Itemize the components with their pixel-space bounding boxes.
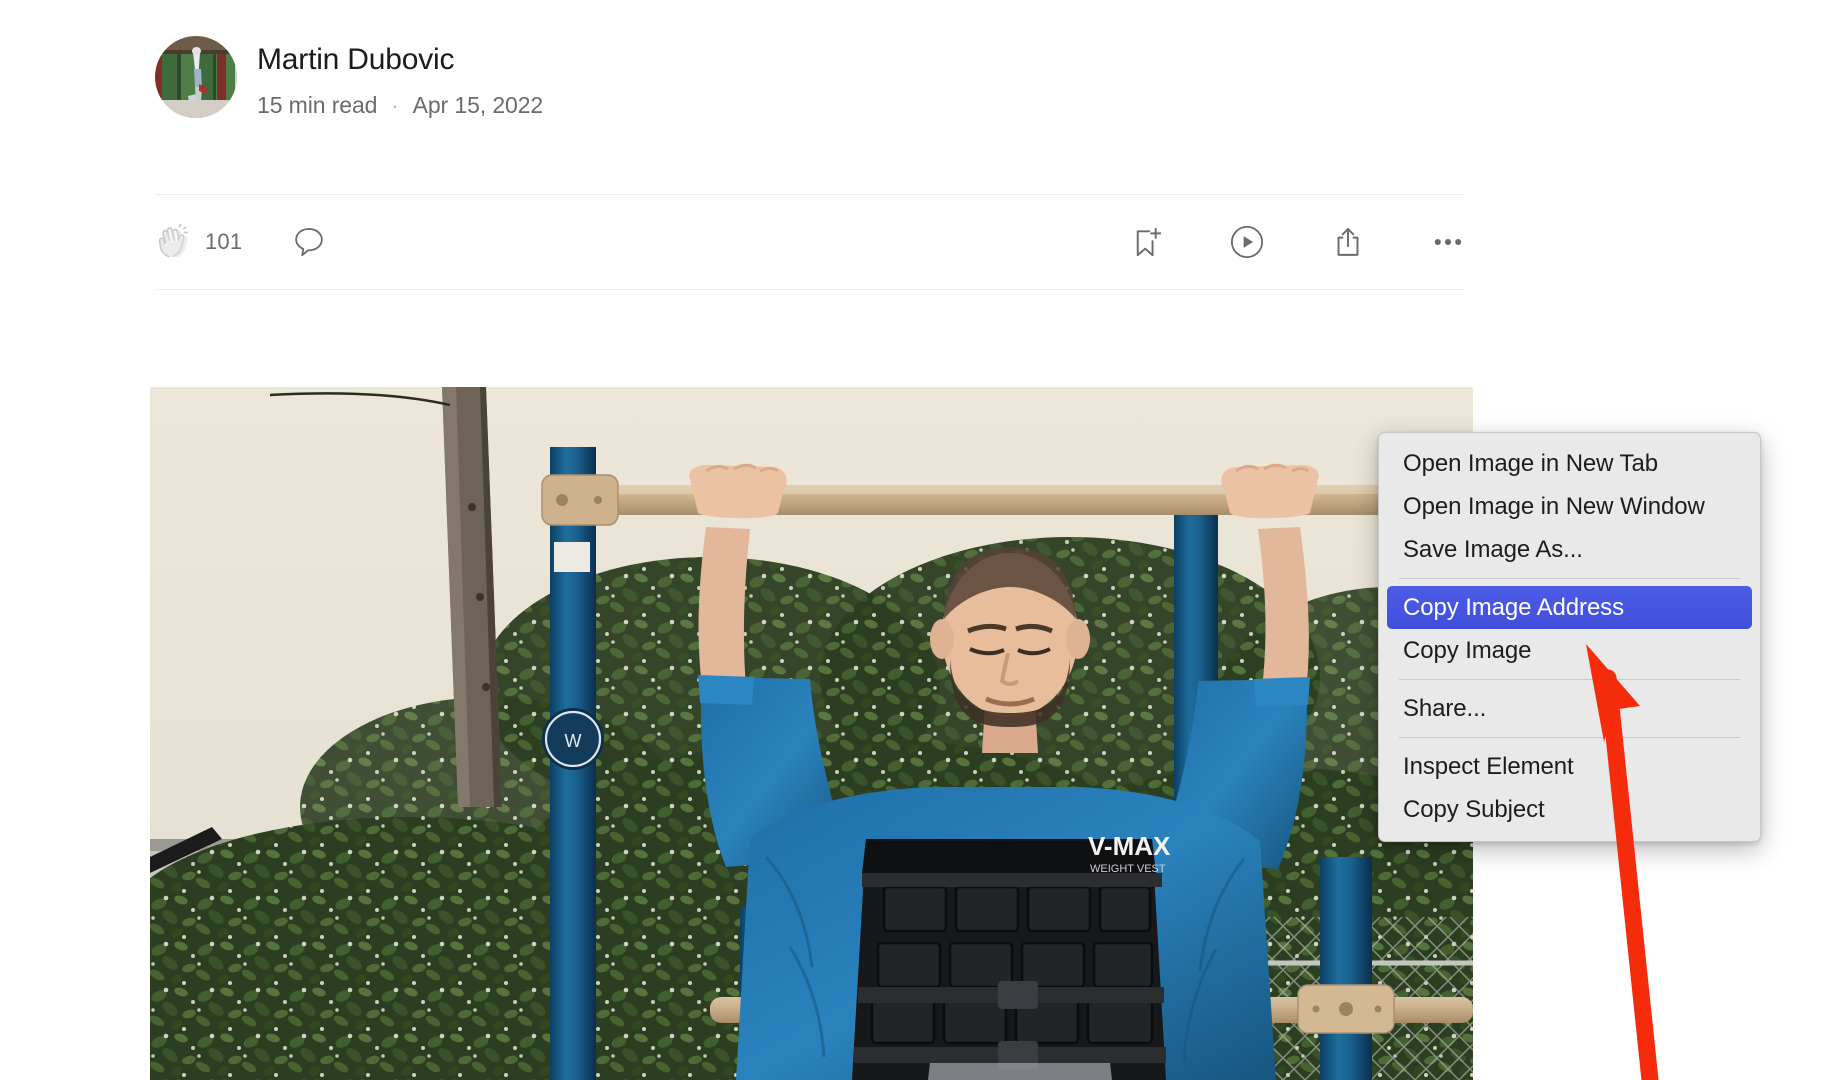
divider-bottom bbox=[155, 289, 1465, 290]
avatar[interactable] bbox=[155, 36, 237, 118]
menu-separator-2 bbox=[1399, 679, 1740, 680]
menu-item-open-image-new-window[interactable]: Open Image in New Window bbox=[1379, 485, 1760, 528]
author-header: Martin Dubovic 15 min read · Apr 15, 202… bbox=[155, 36, 543, 119]
svg-text:V-MAX: V-MAX bbox=[1088, 831, 1171, 861]
menu-item-copy-subject[interactable]: Copy Subject bbox=[1379, 788, 1760, 831]
author-meta: Martin Dubovic 15 min read · Apr 15, 202… bbox=[257, 36, 543, 119]
clap-icon bbox=[158, 224, 188, 258]
comment-bubble-icon bbox=[295, 227, 324, 257]
meta-separator: · bbox=[391, 92, 399, 118]
article-page: Martin Dubovic 15 min read · Apr 15, 202… bbox=[0, 0, 1845, 1080]
publish-date: Apr 15, 2022 bbox=[412, 92, 544, 118]
avatar-handstand-photo-icon bbox=[155, 36, 237, 118]
listen-button[interactable] bbox=[1229, 224, 1265, 260]
image-context-menu: Open Image in New Tab Open Image in New … bbox=[1378, 432, 1761, 842]
author-name[interactable]: Martin Dubovic bbox=[257, 42, 543, 78]
menu-item-share[interactable]: Share... bbox=[1379, 687, 1760, 730]
clap-count: 101 bbox=[205, 229, 243, 254]
menu-separator-1 bbox=[1399, 578, 1740, 579]
svg-text:W: W bbox=[565, 731, 582, 751]
share-button[interactable] bbox=[1331, 225, 1365, 259]
menu-item-copy-image[interactable]: Copy Image bbox=[1379, 629, 1760, 672]
menu-separator-3 bbox=[1399, 737, 1740, 738]
share-upload-icon bbox=[1337, 228, 1359, 256]
hero-photo-icon: W V-MAX WEIGHT VEST bbox=[150, 387, 1473, 1080]
action-bar-right bbox=[1129, 224, 1465, 260]
article-meta: 15 min read · Apr 15, 2022 bbox=[257, 92, 543, 119]
play-circle-icon bbox=[1230, 225, 1264, 259]
hero-image[interactable]: W V-MAX WEIGHT VEST bbox=[150, 387, 1473, 1080]
read-time: 15 min read bbox=[257, 92, 378, 118]
bookmark-plus-icon bbox=[1136, 227, 1162, 257]
comment-button[interactable] bbox=[292, 225, 326, 259]
save-to-list-button[interactable] bbox=[1129, 225, 1163, 259]
menu-item-copy-image-address[interactable]: Copy Image Address bbox=[1387, 586, 1752, 629]
menu-item-inspect-element[interactable]: Inspect Element bbox=[1379, 745, 1760, 788]
action-bar-left: 101 bbox=[155, 224, 326, 260]
menu-item-open-image-new-tab[interactable]: Open Image in New Tab bbox=[1379, 442, 1760, 485]
clap-button[interactable]: 101 bbox=[155, 224, 242, 260]
more-options-button[interactable] bbox=[1431, 225, 1465, 259]
action-bar: 101 bbox=[155, 212, 1465, 272]
svg-text:WEIGHT VEST: WEIGHT VEST bbox=[1090, 863, 1166, 875]
menu-item-save-image-as[interactable]: Save Image As... bbox=[1379, 528, 1760, 571]
divider-top bbox=[155, 194, 1465, 195]
ellipsis-icon bbox=[1434, 238, 1462, 246]
